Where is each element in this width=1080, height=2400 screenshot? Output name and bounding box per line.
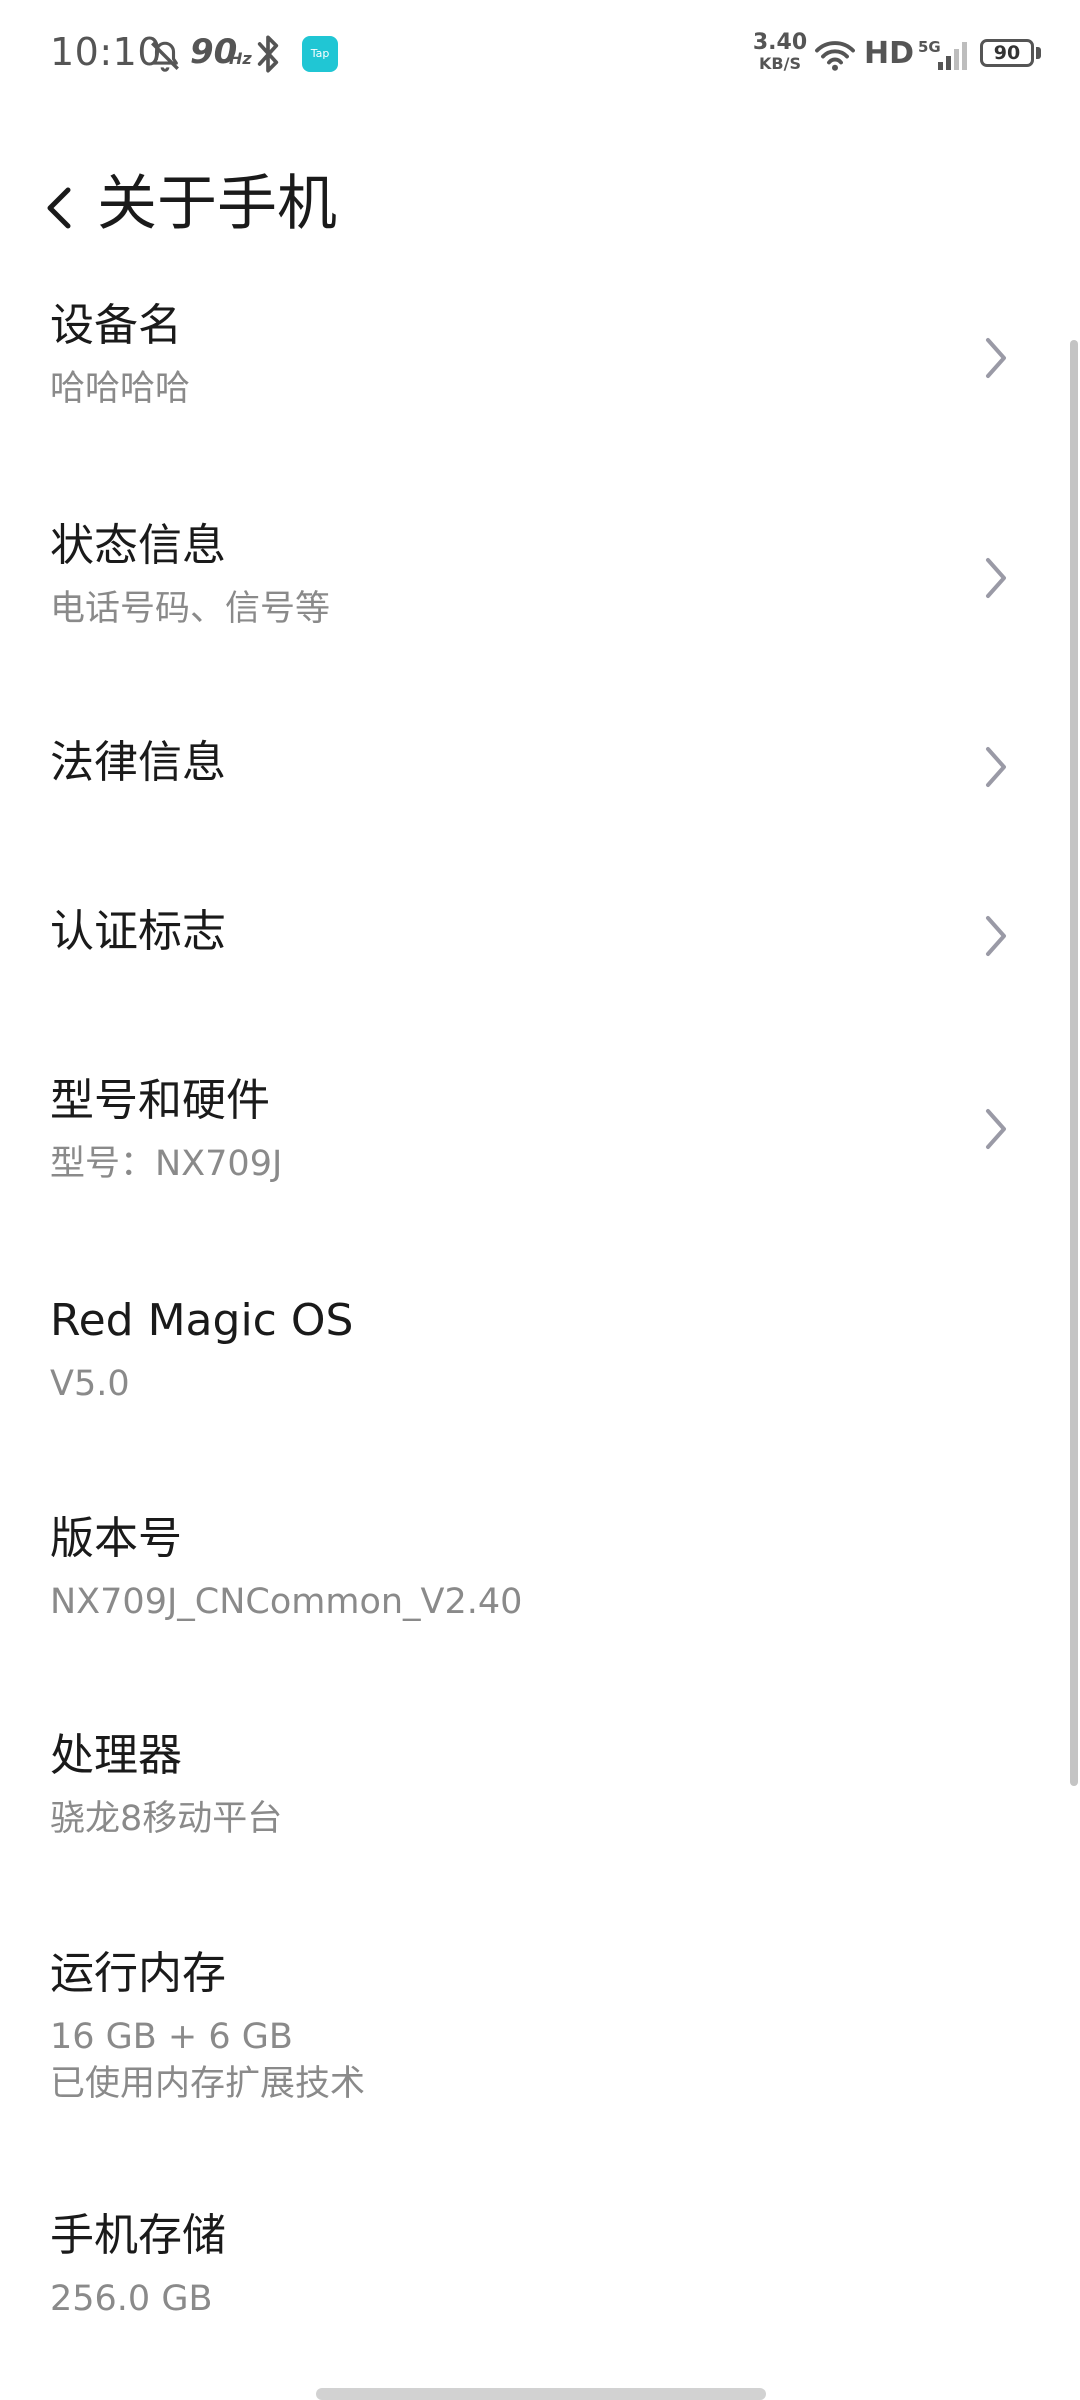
bluetooth-icon	[257, 35, 279, 73]
list-item-legal-info[interactable]: 法律信息	[0, 715, 1064, 825]
item-title: 版本号	[50, 1513, 182, 1564]
battery-icon: 90	[980, 39, 1034, 67]
item-subtitle: 16 GB + 6 GB	[50, 2017, 293, 2057]
status-bar: 10:10 90 Hz Tap 3.40 KB/S HD 5G 90	[0, 0, 1080, 110]
signal-icon	[938, 42, 967, 70]
list-item-processor: 处理器 骁龙8移动平台	[0, 1710, 1064, 1870]
item-title: 型号和硬件	[50, 1075, 270, 1126]
scrollbar[interactable]	[1070, 340, 1078, 1786]
list-item-certification[interactable]: 认证标志	[0, 882, 1064, 992]
item-title: 法律信息	[50, 737, 226, 788]
list-item-device-name[interactable]: 设备名 哈哈哈哈	[0, 280, 1064, 440]
battery-tip	[1036, 47, 1041, 59]
chevron-right-icon	[986, 338, 1006, 378]
item-subtitle: 骁龙8移动平台	[50, 1799, 283, 1839]
app-notification-icon: Tap	[302, 36, 338, 72]
about-phone-screen: 10:10 90 Hz Tap 3.40 KB/S HD 5G 90 关于手机 …	[0, 0, 1080, 2400]
refresh-rate-unit: Hz	[229, 49, 252, 68]
item-subtitle: NX709J_CNCommon_V2.40	[50, 1582, 523, 1622]
item-subtitle: 哈哈哈哈	[50, 369, 191, 409]
list-item-os-version: Red Magic OS V5.0	[0, 1275, 1064, 1435]
network-speed: 3.40 KB/S	[752, 32, 808, 72]
chevron-right-icon	[986, 558, 1006, 598]
list-item-model-hardware[interactable]: 型号和硬件 型号：NX709J	[0, 1055, 1064, 1215]
app-header: 关于手机	[0, 150, 1080, 270]
chevron-right-icon	[986, 1109, 1006, 1149]
item-subtitle: 256.0 GB	[50, 2279, 213, 2319]
home-gesture-bar[interactable]	[316, 2388, 766, 2400]
hd-voice-indicator: HD	[864, 36, 915, 71]
bell-off-icon	[151, 41, 179, 72]
item-subtitle: 型号：NX709J	[50, 1144, 283, 1184]
item-title: 处理器	[50, 1730, 182, 1781]
network-speed-unit: KB/S	[759, 54, 801, 73]
item-title: 运行内存	[50, 1948, 226, 1999]
list-item-build-number[interactable]: 版本号 NX709J_CNCommon_V2.40	[0, 1493, 1064, 1653]
wifi-icon	[815, 41, 855, 71]
list-item-status-info[interactable]: 状态信息 电话号码、信号等	[0, 500, 1064, 660]
item-subtitle: 电话号码、信号等	[50, 589, 331, 629]
chevron-left-icon	[47, 187, 71, 229]
page-title: 关于手机	[97, 169, 337, 239]
item-title: 设备名	[50, 300, 182, 351]
list-item-storage: 手机存储 256.0 GB	[0, 2190, 1064, 2350]
item-subtitle-secondary: 已使用内存扩展技术	[50, 2064, 366, 2104]
item-subtitle: V5.0	[50, 1364, 130, 1404]
status-time: 10:10	[50, 30, 163, 74]
chevron-right-icon	[986, 747, 1006, 787]
item-title: 状态信息	[50, 520, 226, 571]
list-item-ram: 运行内存 16 GB + 6 GB 已使用内存扩展技术	[0, 1928, 1064, 2128]
item-title: 认证标志	[50, 906, 226, 957]
network-speed-value: 3.40	[752, 30, 808, 55]
chevron-right-icon	[986, 916, 1006, 956]
item-title: 手机存储	[50, 2210, 226, 2261]
item-title: Red Magic OS	[50, 1295, 354, 1346]
back-button[interactable]	[36, 176, 86, 240]
